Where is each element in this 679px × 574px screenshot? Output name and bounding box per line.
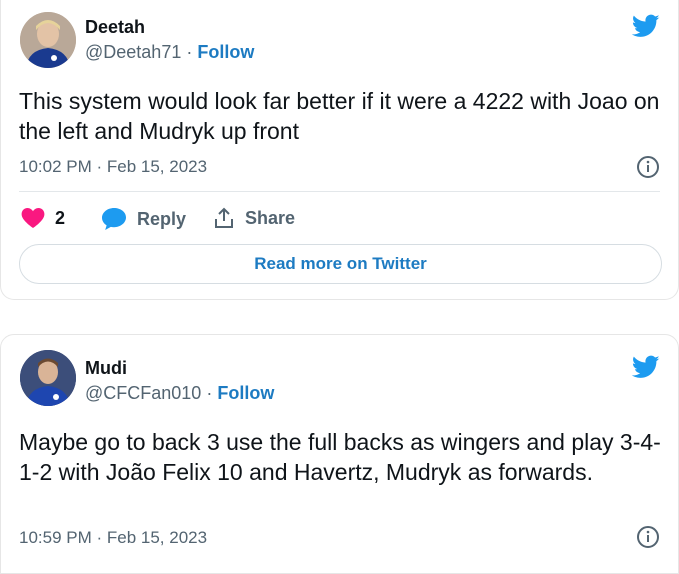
tweet-card: Deetah @Deetah71 · Follow This system wo… bbox=[0, 0, 679, 300]
timestamp[interactable]: 10:59 PM · Feb 15, 2023 bbox=[19, 528, 207, 548]
reply-button[interactable]: Reply bbox=[101, 207, 186, 231]
share-button[interactable]: Share bbox=[213, 207, 295, 229]
tweet-text: Maybe go to back 3 use the full backs as… bbox=[19, 429, 661, 485]
tweet-card: Mudi @CFCFan010 · Follow Maybe go to bac… bbox=[0, 334, 679, 574]
info-icon[interactable] bbox=[636, 525, 660, 549]
author-name[interactable]: Deetah bbox=[85, 17, 145, 38]
timestamp[interactable]: 10:02 PM · Feb 15, 2023 bbox=[19, 157, 207, 177]
author-handle[interactable]: @CFCFan010 bbox=[85, 383, 201, 403]
tweet-text: This system would look far better if it … bbox=[19, 88, 660, 144]
reply-bubble-icon bbox=[102, 208, 126, 230]
avatar[interactable] bbox=[20, 12, 76, 68]
like-count: 2 bbox=[55, 207, 66, 228]
author-handle[interactable]: @Deetah71 bbox=[85, 42, 181, 62]
info-icon[interactable] bbox=[636, 155, 660, 179]
follow-button[interactable]: Follow bbox=[217, 383, 274, 403]
twitter-bird-icon[interactable] bbox=[630, 353, 662, 381]
handle-line: @Deetah71 · Follow bbox=[85, 42, 254, 63]
separator: · bbox=[206, 383, 213, 403]
twitter-bird-icon[interactable] bbox=[630, 12, 662, 40]
read-more-button[interactable]: Read more on Twitter bbox=[19, 244, 662, 284]
like-button[interactable]: 2 bbox=[21, 207, 65, 229]
follow-button[interactable]: Follow bbox=[197, 42, 254, 62]
reply-label: Reply bbox=[137, 208, 187, 229]
share-label: Share bbox=[245, 207, 296, 228]
handle-line: @CFCFan010 · Follow bbox=[85, 383, 274, 404]
divider bbox=[19, 191, 660, 192]
separator: · bbox=[186, 42, 193, 62]
share-icon bbox=[215, 207, 233, 228]
heart-icon bbox=[21, 208, 45, 228]
author-name[interactable]: Mudi bbox=[85, 358, 127, 379]
avatar[interactable] bbox=[20, 350, 76, 406]
